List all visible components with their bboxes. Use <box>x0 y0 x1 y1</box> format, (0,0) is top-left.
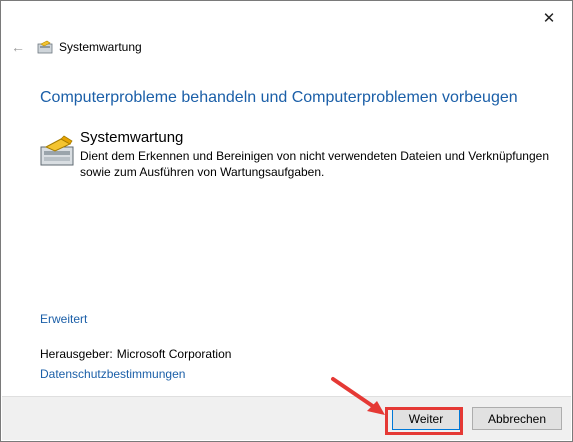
close-icon[interactable]: ✕ <box>536 7 562 29</box>
publisher-info: Herausgeber: Microsoft Corporation <box>40 347 231 361</box>
footer-bar: Weiter Abbrechen <box>2 396 571 440</box>
back-arrow-icon[interactable]: ← <box>9 38 27 56</box>
next-button[interactable]: Weiter <box>392 407 460 430</box>
page-heading: Computerprobleme behandeln und Computerp… <box>40 89 518 106</box>
privacy-link[interactable]: Datenschutzbestimmungen <box>40 367 185 381</box>
troubleshooter-item: Systemwartung Dient dem Erkennen und Ber… <box>39 129 560 180</box>
item-title: Systemwartung <box>80 129 184 146</box>
annotation-arrow-icon <box>331 377 385 415</box>
item-text: Systemwartung Dient dem Erkennen und Ber… <box>80 129 560 180</box>
cancel-button[interactable]: Abbrechen <box>472 407 562 430</box>
item-description: Dient dem Erkennen und Bereinigen von ni… <box>80 149 549 179</box>
troubleshooter-window: ✕ ← Systemwartung Computerprobleme behan… <box>0 0 573 442</box>
maintenance-icon <box>37 40 53 54</box>
system-maintenance-icon <box>40 135 74 166</box>
window-title: Systemwartung <box>59 40 142 54</box>
publisher-value: Microsoft Corporation <box>116 347 232 361</box>
publisher-label: Herausgeber: <box>40 347 113 361</box>
advanced-link[interactable]: Erweitert <box>40 312 87 326</box>
title-bar: ← Systemwartung <box>9 37 142 57</box>
